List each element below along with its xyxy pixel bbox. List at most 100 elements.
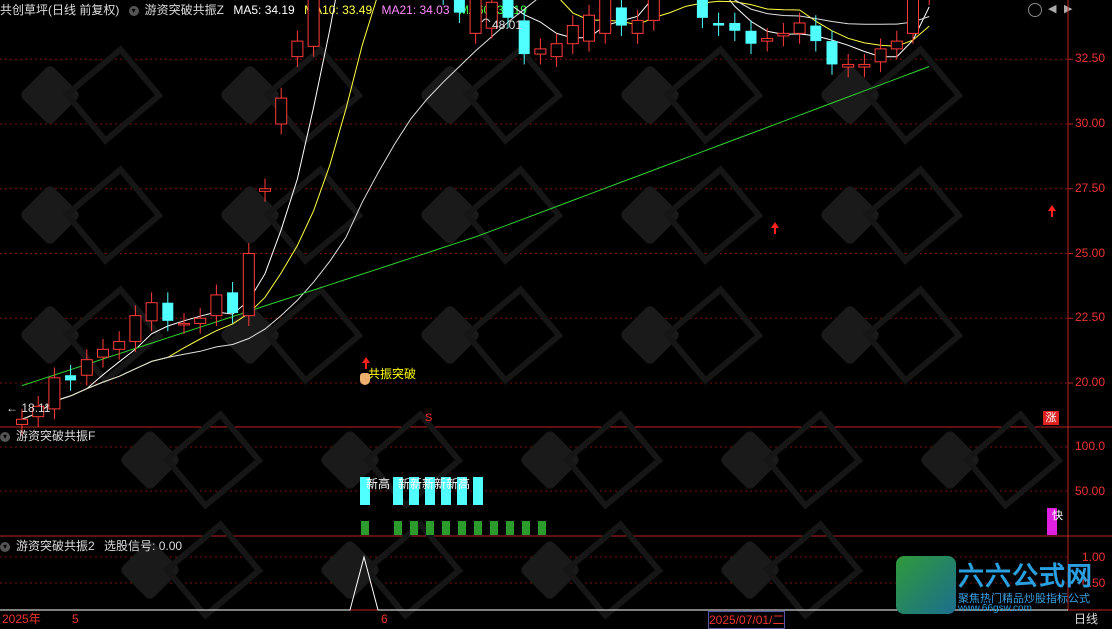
panel2-toggle-icon[interactable]: ▾: [0, 431, 10, 442]
low-price-label: ← 18.11: [6, 401, 51, 415]
price-tick-label: 35.00: [1075, 0, 1105, 1]
watermark-text-block: [262, 285, 364, 385]
candle-body-up: [599, 0, 612, 34]
candle-body-up: [631, 19, 644, 34]
reversal-bar: [458, 521, 466, 535]
new-high-label-first: 新高: [366, 477, 391, 491]
high-price-label: 48.01: [492, 18, 523, 32]
candle-body-up: [307, 0, 320, 47]
candle-body-up: [566, 25, 579, 45]
chart-canvas[interactable]: [0, 0, 1112, 627]
candle-body-up: [469, 0, 482, 34]
signal-arrow-icon: [771, 222, 779, 234]
candle-body-up: [907, 0, 919, 34]
resonance-breakout-label: 共振突破: [368, 367, 417, 381]
candle-body-up: [80, 359, 93, 376]
hand-cursor-icon: [360, 373, 370, 385]
reversal-bar: [490, 521, 498, 535]
reversal-bar: [506, 521, 514, 535]
watermark-text-block: [862, 165, 964, 265]
panel3-toggle-icon[interactable]: ▾: [0, 541, 10, 552]
watermark-diamond: [521, 431, 579, 489]
signal-markers: [362, 18, 1056, 369]
candle-body-up: [194, 317, 207, 324]
panel2-ytick-100: 100.0: [1075, 439, 1106, 453]
s-marker: S: [425, 412, 433, 424]
watermark-text-block: [962, 410, 1064, 510]
reversal-bar: [410, 521, 418, 535]
candle-body-up: [793, 22, 806, 34]
candle-body-down: [696, 0, 708, 18]
panel2-header: ▾ 游资突破共振F: [0, 426, 101, 446]
candle-body-up: [583, 14, 595, 42]
watermark-text-block: [862, 285, 964, 385]
candle-body-up: [178, 322, 190, 326]
panel2-right-badge: 快: [1052, 510, 1063, 522]
watermark-diamond: [621, 186, 679, 244]
panel2-ytick-50: 50.00: [1075, 484, 1106, 498]
watermark-text-block: [462, 165, 564, 265]
watermark-diamond: [821, 186, 879, 244]
zhang-badge: 涨: [1043, 411, 1059, 425]
watermark-text-block: [62, 165, 164, 265]
watermark-text-block: [162, 410, 264, 510]
price-tick-label: 32.50: [1075, 51, 1106, 66]
candle-body-up: [858, 63, 871, 68]
candle-body-up: [647, 0, 660, 21]
candle-body-up: [842, 63, 855, 68]
panel3-header: ▾ 游资突破共振2 选股信号: 0.00: [0, 536, 188, 556]
cursor-date: 2025/07/01/二: [708, 611, 786, 629]
watermark-text-block: [762, 520, 864, 620]
panel3-signal-text: 选股信号: 0.00: [104, 539, 183, 553]
candle-body-up: [210, 294, 223, 317]
candle-body-down: [713, 22, 725, 26]
watermark-text-block: [462, 45, 564, 145]
candle-body-down: [65, 375, 77, 381]
panel2-title[interactable]: 游资突破共振F: [16, 429, 95, 443]
candle-body-up: [129, 315, 142, 343]
watermark-text-block: [562, 410, 664, 510]
reversal-bar: [538, 521, 546, 535]
candle-body-up: [145, 302, 158, 322]
panel3-title[interactable]: 游资突破共振2: [16, 539, 95, 553]
xlabel-june: 6: [381, 612, 388, 626]
candle-body-down: [453, 0, 465, 13]
watermark-text-block: [462, 285, 564, 385]
candle-body-down: [745, 30, 757, 44]
watermark-diamond: [321, 541, 379, 599]
watermark-text-block: [762, 410, 864, 510]
brand-url: www.66gsw.com: [958, 603, 1032, 614]
watermark-diamond: [621, 66, 679, 124]
watermark-diamond: [121, 431, 179, 489]
candle-body-up: [890, 40, 903, 50]
reversal-bar: [394, 521, 402, 535]
candle-body-up: [97, 348, 109, 358]
price-tick-label: 22.50: [1075, 310, 1106, 325]
price-grid: [0, 58, 1073, 584]
candle-body-down: [162, 302, 174, 321]
candle-body-down: [826, 41, 838, 65]
period-label[interactable]: 日线: [1074, 611, 1098, 627]
watermark-diamond: [821, 306, 879, 364]
reversal-bar: [426, 521, 434, 535]
watermark-diamond: [21, 306, 79, 364]
signal-arrow-icon: [1048, 205, 1056, 217]
watermark-text-block: [562, 520, 664, 620]
price-tick-label: 20.00: [1075, 375, 1106, 389]
candle-body-up: [259, 188, 271, 192]
brand-name: 六六公式网: [958, 561, 1094, 591]
watermark-diamond: [421, 66, 479, 124]
candle-body-up: [16, 418, 28, 425]
xlabel-year: 2025年: [2, 612, 41, 626]
watermark-diamond: [221, 186, 279, 244]
price-tick-label: 27.50: [1075, 180, 1106, 195]
watermark-diamond: [521, 541, 579, 599]
watermark-text-block: [362, 520, 464, 620]
low-price-value: 18.11: [21, 401, 51, 415]
candle-body-up: [534, 48, 547, 55]
candle-body-up: [242, 253, 255, 317]
candle-body-up: [291, 40, 304, 58]
price-tick-label: 30.00: [1075, 116, 1106, 130]
watermark-diamond: [21, 66, 79, 124]
candle-body-down: [810, 25, 822, 42]
